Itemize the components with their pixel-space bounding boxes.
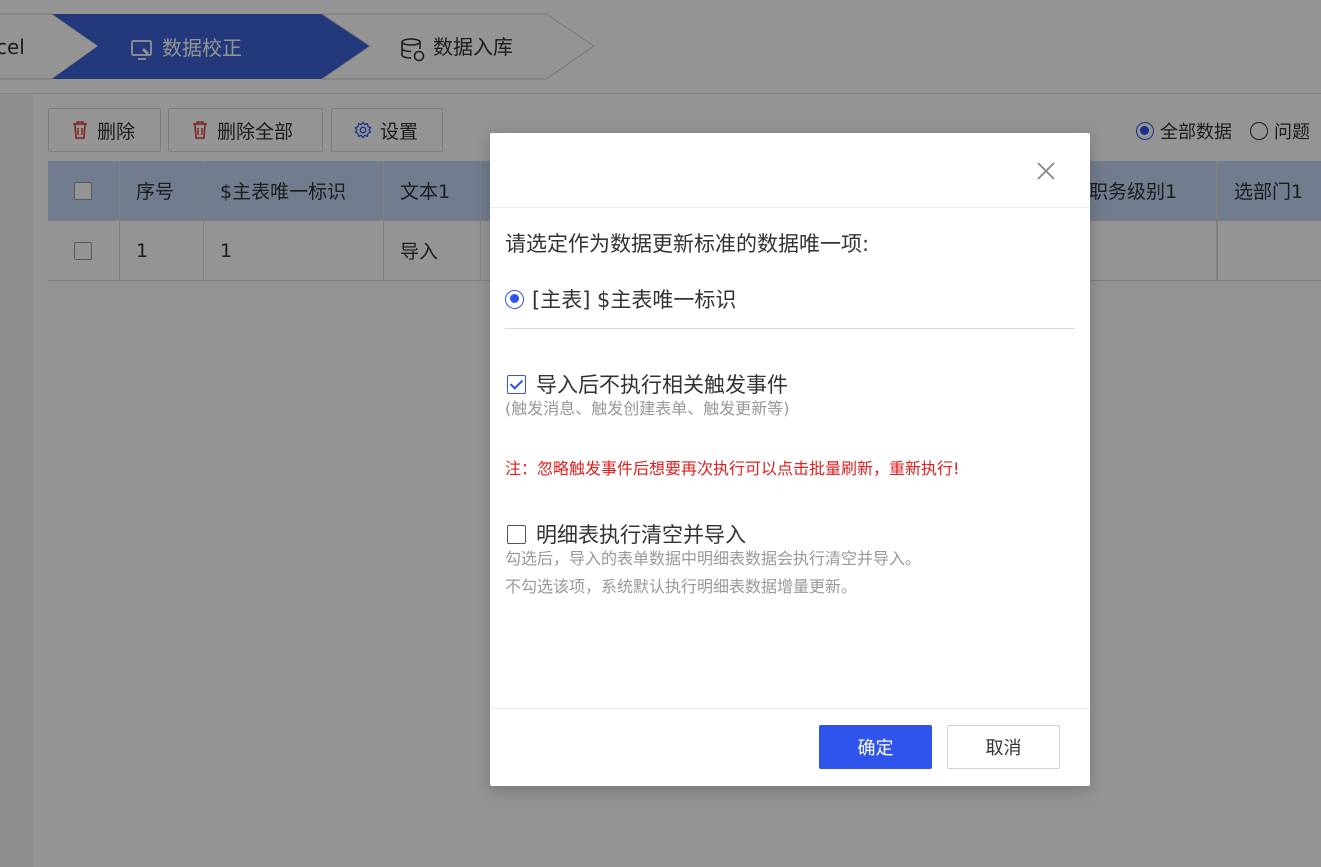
unique-key-prompt: 请选定作为数据更新标准的数据唯一项: — [505, 232, 870, 256]
trigger-warning: 注：忽略触发事件后想要再次执行可以点击批量刷新，重新执行! — [505, 459, 960, 478]
clear-detail-hint-1: 勾选后，导入的表单数据中明细表数据会执行清空并导入。 — [505, 549, 922, 568]
radio-checked-icon — [505, 289, 524, 309]
divider — [505, 328, 1075, 329]
dialog-header — [490, 133, 1090, 208]
confirm-button[interactable]: 确定 — [819, 725, 932, 769]
close-icon[interactable] — [1034, 159, 1058, 183]
unique-key-label: [主表] $主表唯一标识 — [532, 288, 737, 312]
update-settings-dialog: 请选定作为数据更新标准的数据唯一项: [主表] $主表唯一标识 导入后不执行相关… — [490, 133, 1090, 786]
dialog-footer: 确定 取消 — [490, 708, 1090, 787]
unique-key-radio[interactable]: [主表] $主表唯一标识 — [505, 284, 736, 314]
checkbox-unchecked-icon[interactable] — [507, 524, 526, 544]
cancel-button[interactable]: 取消 — [947, 725, 1060, 769]
clear-detail-hint-2: 不勾选该项，系统默认执行明细表数据增量更新。 — [505, 577, 858, 596]
no-trigger-hint: (触发消息、触发创建表单、触发更新等) — [505, 399, 790, 418]
checkbox-checked-icon[interactable] — [507, 374, 526, 394]
